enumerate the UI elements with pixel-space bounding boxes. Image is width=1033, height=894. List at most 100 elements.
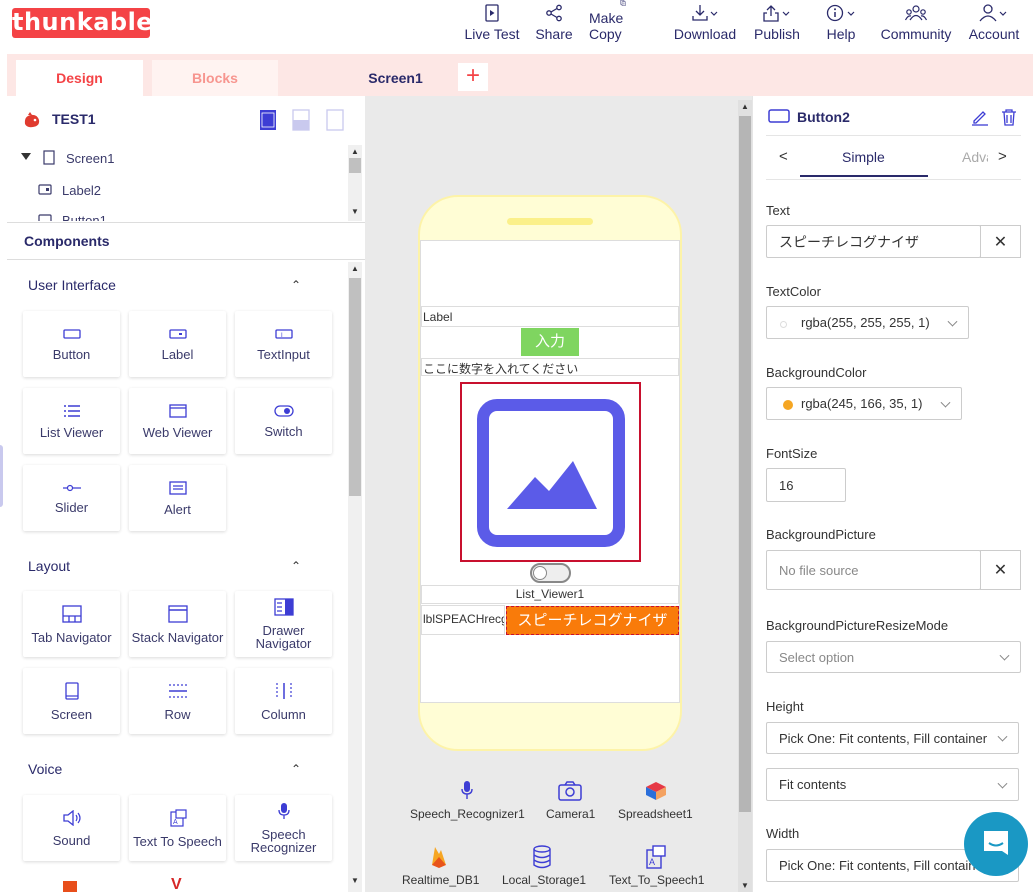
component-switch[interactable]: Switch (235, 388, 332, 454)
clear-bgpicture-button[interactable]: ✕ (980, 550, 1021, 590)
component-text-to-speech[interactable]: A Text To Speech (129, 795, 226, 861)
tree-scroll-thumb[interactable] (349, 158, 361, 173)
make-copy-button[interactable]: Make Copy (589, 0, 657, 48)
resize-mode-select[interactable]: Select option (766, 641, 1021, 673)
component-button[interactable]: Button (23, 311, 120, 377)
next-tab-arrow-icon[interactable]: > (998, 148, 1007, 165)
component-column[interactable]: Column (235, 668, 332, 734)
tree-item-screen1[interactable]: Screen1 (66, 151, 114, 166)
component-screen[interactable]: Screen (23, 668, 120, 734)
canvas-image[interactable] (460, 382, 641, 562)
selected-component-name: Button2 (797, 109, 850, 125)
component-sound[interactable]: Sound (23, 795, 120, 861)
component-label: Tab Navigator (31, 629, 112, 645)
button-icon (62, 328, 81, 339)
canvas-prompt-label[interactable]: ここに数字を入れてください (421, 358, 679, 376)
component-slider[interactable]: Slider (23, 465, 120, 531)
live-test-button[interactable]: Live Test (462, 0, 522, 48)
tablet-view-icon[interactable] (292, 109, 310, 131)
canvas-switch[interactable] (530, 563, 571, 583)
download-label: Download (673, 26, 737, 42)
tree-item-button1[interactable]: Button1 (62, 213, 107, 221)
fontsize-input[interactable]: 16 (766, 468, 846, 502)
scroll-up-arrow-icon[interactable]: ▲ (741, 102, 749, 111)
download-button[interactable]: Download (672, 0, 738, 48)
invisible-speech-recognizer[interactable]: Speech_Recognizer1 (410, 807, 525, 821)
component-speech-recognizer[interactable]: Speech Recognizer (235, 795, 332, 861)
chevron-up-icon[interactable]: ⌃ (291, 559, 301, 573)
textcolor-prop-label: TextColor (766, 284, 821, 299)
tab-simple[interactable]: Simple (842, 149, 885, 165)
component-label[interactable]: Label (129, 311, 226, 377)
invisible-text-to-speech[interactable]: Text_To_Speech1 (609, 873, 704, 887)
invisible-realtime-db[interactable]: Realtime_DB1 (402, 873, 479, 887)
tab-design[interactable]: Design (16, 60, 143, 96)
height-value-select[interactable]: Fit contents (766, 768, 1019, 801)
delete-trash-icon[interactable] (1001, 108, 1017, 126)
prev-tab-arrow-icon[interactable]: < (779, 148, 788, 165)
stack-navigator-icon (167, 604, 188, 623)
scroll-up-arrow-icon[interactable]: ▲ (351, 264, 359, 273)
chevron-up-icon[interactable]: ⌃ (291, 278, 301, 292)
thunkable-logo[interactable]: thunkable (12, 8, 153, 38)
help-button[interactable]: Help (822, 0, 860, 48)
invisible-camera[interactable]: Camera1 (546, 807, 595, 821)
chevron-up-icon[interactable]: ⌃ (291, 762, 301, 776)
button-icon (38, 214, 52, 221)
component-alert[interactable]: Alert (129, 465, 226, 531)
component-drawer-navigator[interactable]: Drawer Navigator (235, 591, 332, 657)
scroll-down-arrow-icon[interactable]: ▼ (351, 207, 359, 216)
switch-knob (533, 566, 547, 580)
tab-advanced[interactable]: Adva (962, 149, 988, 165)
canvas-input-button[interactable]: 入力 (521, 328, 579, 356)
collapse-caret-icon[interactable] (21, 153, 31, 160)
chat-support-button[interactable] (964, 812, 1028, 876)
canvas-list-viewer[interactable]: List_Viewer1 (421, 585, 679, 604)
edit-pencil-icon[interactable] (971, 108, 989, 126)
tree-item-label2[interactable]: Label2 (62, 183, 101, 198)
height-pick-value: Pick One: Fit contents, Fill container (779, 730, 988, 746)
component-label: Screen (50, 706, 93, 722)
account-button[interactable]: Account (966, 0, 1022, 48)
height-pick-select[interactable]: Pick One: Fit contents, Fill container (766, 722, 1019, 754)
publish-button[interactable]: Publish (752, 0, 802, 48)
phone-view-icon[interactable] (259, 109, 277, 131)
tab-blocks[interactable]: Blocks (152, 60, 278, 96)
canvas-speech-label[interactable]: lblSPEACHrecg (421, 605, 505, 635)
component-label: Drawer Navigator (255, 623, 312, 651)
phone-speaker (507, 218, 593, 225)
add-screen-button[interactable]: + (458, 63, 488, 91)
download-icon (692, 5, 718, 21)
component-row[interactable]: Row (129, 668, 226, 734)
scroll-up-arrow-icon[interactable]: ▲ (351, 147, 359, 156)
textcolor-select[interactable]: rgba(255, 255, 255, 1) (766, 306, 969, 339)
component-label: Alert (164, 501, 191, 517)
clear-text-button[interactable]: ✕ (980, 225, 1021, 258)
tab-screen1[interactable]: Screen1 (353, 60, 438, 98)
invisible-spreadsheet[interactable]: Spreadsheet1 (618, 807, 693, 821)
component-list-viewer[interactable]: List Viewer (23, 388, 120, 454)
bgpicture-input[interactable]: No file source (766, 550, 981, 590)
resize-mode-placeholder: Select option (779, 649, 855, 665)
scroll-down-arrow-icon[interactable]: ▼ (741, 881, 749, 890)
community-button[interactable]: Community (878, 0, 954, 48)
component-label: Stack Navigator (131, 629, 224, 645)
screen-icon (64, 681, 79, 700)
component-textinput[interactable]: I TextInput (235, 311, 332, 377)
invisible-local-storage[interactable]: Local_Storage1 (502, 873, 586, 887)
text-prop-input[interactable]: スピーチレコグナイザ (766, 225, 981, 258)
component-stack-navigator[interactable]: Stack Navigator (129, 591, 226, 657)
canvas-label[interactable]: Label (421, 306, 679, 327)
canvas-speech-button[interactable]: スピーチレコグナイザ (506, 606, 679, 635)
bgcolor-select[interactable]: rgba(245, 166, 35, 1) (766, 387, 962, 420)
chevron-down-icon (997, 778, 1008, 789)
desktop-view-icon[interactable] (326, 109, 344, 131)
share-button[interactable]: Share (532, 0, 576, 48)
components-scroll-thumb[interactable] (349, 278, 361, 496)
scroll-down-arrow-icon[interactable]: ▼ (351, 876, 359, 885)
panel-resize-handle[interactable] (0, 445, 3, 507)
component-web-viewer[interactable]: Web Viewer (129, 388, 226, 454)
v-icon: V (171, 876, 182, 893)
component-tab-navigator[interactable]: Tab Navigator (23, 591, 120, 657)
canvas-scroll-thumb[interactable] (739, 116, 751, 812)
